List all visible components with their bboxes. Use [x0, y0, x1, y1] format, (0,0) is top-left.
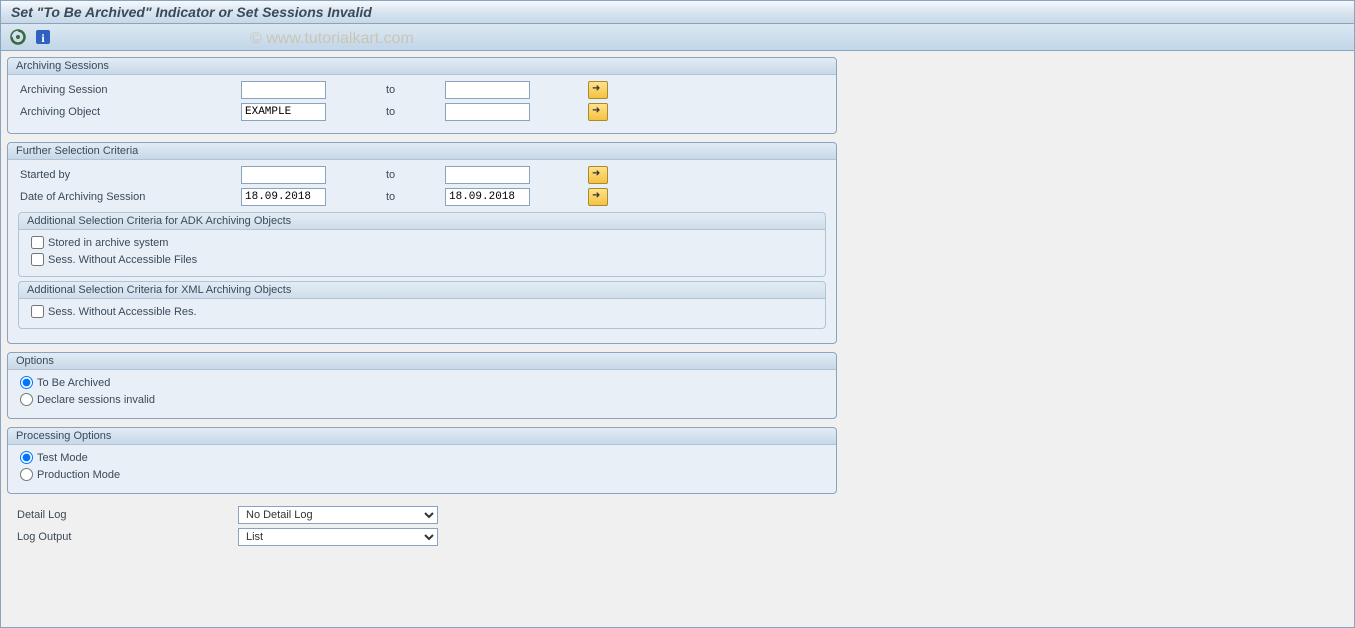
- declare-invalid-radio[interactable]: [20, 393, 33, 406]
- no-files-checkbox[interactable]: [31, 253, 44, 266]
- started-by-label: Started by: [16, 169, 241, 181]
- toolbar: i: [1, 24, 1354, 51]
- archiving-session-range-button[interactable]: [588, 81, 608, 99]
- archiving-session-from-input[interactable]: [241, 81, 326, 99]
- archiving-object-to-input[interactable]: [445, 103, 530, 121]
- execute-icon[interactable]: [9, 28, 27, 46]
- archiving-object-to-label: to: [386, 106, 441, 118]
- started-by-to-input[interactable]: [445, 166, 530, 184]
- production-mode-radio[interactable]: [20, 468, 33, 481]
- detail-log-label: Detail Log: [13, 509, 238, 521]
- stored-archive-checkbox[interactable]: [31, 236, 44, 249]
- started-by-to-label: to: [386, 169, 441, 181]
- archiving-sessions-header: Archiving Sessions: [8, 58, 836, 75]
- archiving-session-to-input[interactable]: [445, 81, 530, 99]
- adk-criteria-header: Additional Selection Criteria for ADK Ar…: [19, 213, 825, 230]
- date-to-input[interactable]: [445, 188, 530, 206]
- no-res-checkbox[interactable]: [31, 305, 44, 318]
- to-be-archived-label: To Be Archived: [37, 377, 110, 389]
- processing-options-group: Processing Options Test Mode Production …: [7, 427, 837, 494]
- detail-log-select[interactable]: No Detail Log: [238, 506, 438, 524]
- archiving-object-range-button[interactable]: [588, 103, 608, 121]
- log-output-label: Log Output: [13, 531, 238, 543]
- archiving-object-from-input[interactable]: [241, 103, 326, 121]
- further-criteria-group: Further Selection Criteria Started by to…: [7, 142, 837, 344]
- processing-options-header: Processing Options: [8, 428, 836, 445]
- test-mode-radio[interactable]: [20, 451, 33, 464]
- started-by-range-button[interactable]: [588, 166, 608, 184]
- started-by-from-input[interactable]: [241, 166, 326, 184]
- xml-criteria-header: Additional Selection Criteria for XML Ar…: [19, 282, 825, 299]
- date-from-input[interactable]: [241, 188, 326, 206]
- options-header: Options: [8, 353, 836, 370]
- archiving-session-to-label: to: [386, 84, 441, 96]
- declare-invalid-label: Declare sessions invalid: [37, 394, 155, 406]
- adk-criteria-group: Additional Selection Criteria for ADK Ar…: [18, 212, 826, 277]
- archiving-sessions-group: Archiving Sessions Archiving Session to …: [7, 57, 837, 134]
- options-group: Options To Be Archived Declare sessions …: [7, 352, 837, 419]
- info-icon[interactable]: i: [34, 28, 52, 46]
- test-mode-label: Test Mode: [37, 452, 88, 464]
- production-mode-label: Production Mode: [37, 469, 120, 481]
- page-title: Set "To Be Archived" Indicator or Set Se…: [1, 1, 1354, 24]
- to-be-archived-radio[interactable]: [20, 376, 33, 389]
- date-range-button[interactable]: [588, 188, 608, 206]
- no-files-label: Sess. Without Accessible Files: [48, 254, 197, 266]
- archiving-session-label: Archiving Session: [16, 84, 241, 96]
- further-criteria-header: Further Selection Criteria: [8, 143, 836, 160]
- date-to-label: to: [386, 191, 441, 203]
- log-output-select[interactable]: List: [238, 528, 438, 546]
- no-res-label: Sess. Without Accessible Res.: [48, 306, 197, 318]
- archiving-object-label: Archiving Object: [16, 106, 241, 118]
- stored-archive-label: Stored in archive system: [48, 237, 168, 249]
- xml-criteria-group: Additional Selection Criteria for XML Ar…: [18, 281, 826, 329]
- date-label: Date of Archiving Session: [16, 191, 241, 203]
